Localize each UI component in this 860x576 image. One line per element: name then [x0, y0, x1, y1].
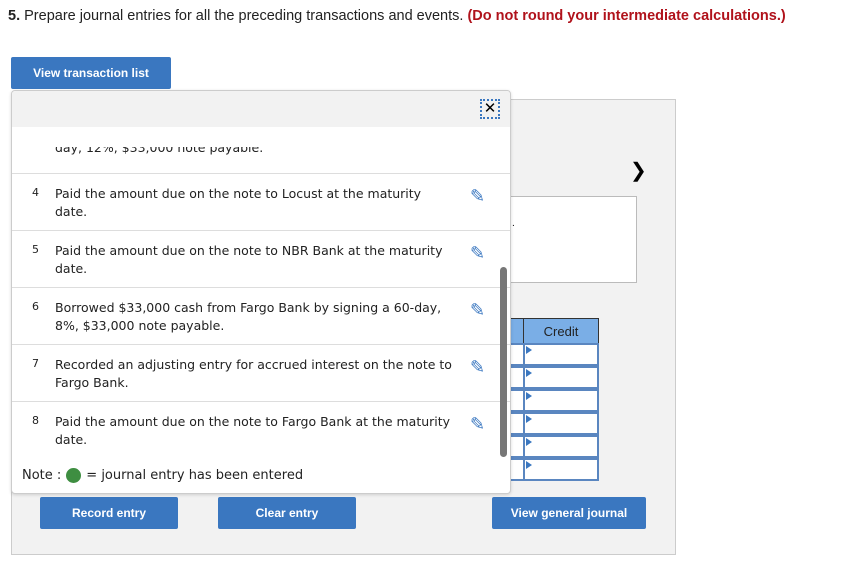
transaction-number: 4 [32, 186, 39, 199]
triangle-icon [526, 392, 532, 400]
transaction-item: 5 Paid the amount due on the note to NBR … [12, 230, 510, 287]
credit-cell[interactable] [523, 343, 599, 366]
pencil-icon[interactable]: ✎ [470, 300, 485, 321]
text-fragment: . [512, 218, 515, 229]
chevron-right-icon[interactable]: ❯ [630, 158, 647, 183]
pencil-icon[interactable]: ✎ [470, 243, 485, 264]
table-cell[interactable] [511, 458, 523, 481]
clear-entry-button[interactable]: Clear entry [218, 497, 356, 529]
transaction-item: 7 Recorded an adjusting entry for accrued… [12, 344, 510, 401]
transaction-text: Recorded an adjusting entry for accrued … [55, 357, 452, 390]
pencil-icon[interactable]: ✎ [470, 414, 485, 435]
view-general-journal-button[interactable]: View general journal [492, 497, 646, 529]
triangle-icon [526, 438, 532, 446]
entered-indicator-icon [66, 468, 82, 483]
pencil-icon[interactable]: ✎ [470, 186, 485, 207]
credit-cell[interactable] [523, 412, 599, 435]
triangle-icon [526, 369, 532, 377]
triangle-icon [526, 346, 532, 354]
record-entry-button[interactable]: Record entry [40, 497, 178, 529]
table-cell[interactable] [511, 389, 523, 412]
triangle-icon [526, 415, 532, 423]
credit-cell[interactable] [523, 366, 599, 389]
question: 5. Prepare journal entries for all the p… [8, 8, 786, 24]
credit-cell[interactable] [523, 435, 599, 458]
table-cell[interactable] [511, 412, 523, 435]
transaction-number: 6 [32, 300, 39, 313]
pencil-icon[interactable]: ✎ [470, 357, 485, 378]
view-transaction-list-button[interactable]: View transaction list [11, 57, 171, 89]
transaction-list-popup: ✕ day, 12%, $33,000 note payable. 4 Paid … [11, 90, 511, 494]
transaction-text: Paid the amount due on the note to Locus… [55, 186, 422, 219]
transaction-text: Paid the amount due on the note to NBR B… [55, 243, 443, 276]
credit-header: Credit [523, 318, 599, 344]
partial-transaction: day, 12%, $33,000 note payable. [55, 147, 264, 155]
credit-cell[interactable] [523, 458, 599, 481]
credit-cell[interactable] [523, 389, 599, 412]
table-cell[interactable] [511, 366, 523, 389]
triangle-icon [526, 461, 532, 469]
transaction-item: 6 Borrowed $33,000 cash from Fargo Bank b… [12, 287, 510, 344]
legend-note: Note : = journal entry has been entered [22, 468, 304, 483]
transaction-item: 4 Paid the amount due on the note to Locu… [12, 173, 510, 230]
transaction-item: 8 Paid the amount due on the note to Farg… [12, 401, 510, 458]
popup-header: ✕ [12, 91, 510, 127]
table-cell[interactable] [511, 343, 523, 366]
transaction-number: 7 [32, 357, 39, 370]
scrollbar[interactable] [500, 267, 507, 457]
table-cell[interactable] [511, 435, 523, 458]
close-icon[interactable]: ✕ [480, 99, 500, 119]
instruction-box [505, 196, 637, 283]
transaction-number: 8 [32, 414, 39, 427]
column-header [511, 318, 523, 344]
transaction-number: 5 [32, 243, 39, 256]
transaction-text: Paid the amount due on the note to Fargo… [55, 414, 451, 447]
transaction-text: Borrowed $33,000 cash from Fargo Bank by… [55, 300, 442, 333]
